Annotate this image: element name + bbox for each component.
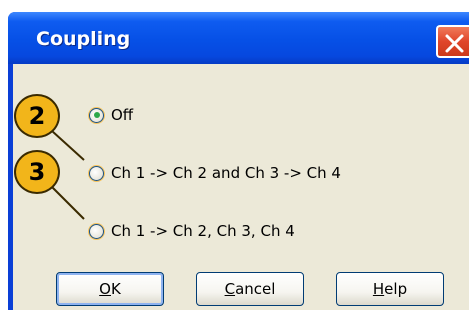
callout-2-leader	[51, 130, 85, 161]
callout-leader-lines	[51, 130, 85, 220]
callout-3-leader	[51, 186, 85, 220]
callout-badge-2: 2	[14, 94, 60, 138]
callout-badge-3: 3	[14, 150, 60, 194]
